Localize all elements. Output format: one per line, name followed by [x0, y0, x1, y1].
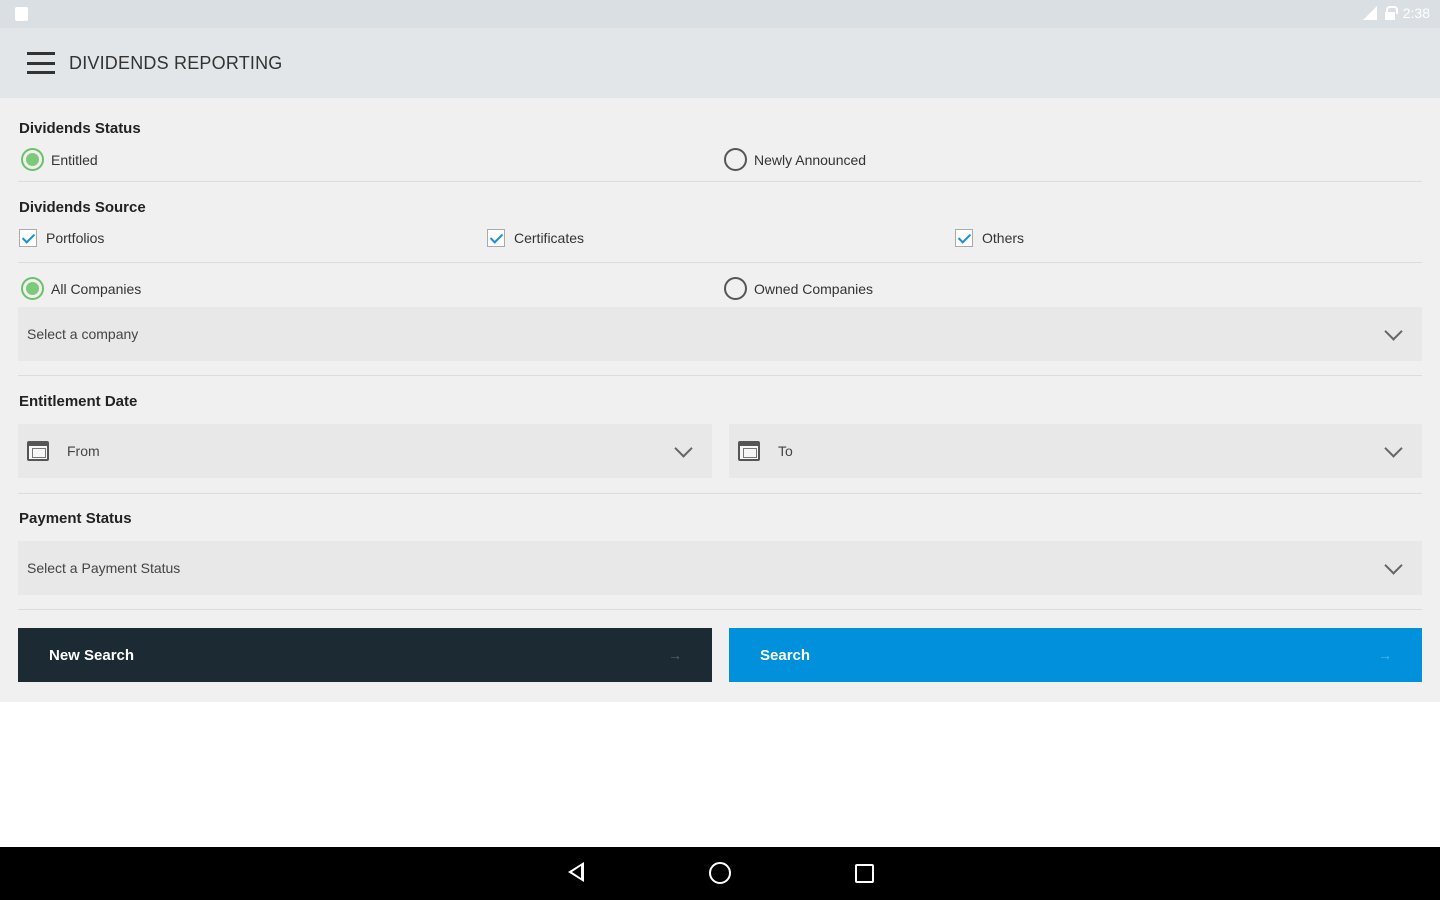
arrow-right-icon: → [1378, 647, 1392, 663]
status-bar-right: 2:38 [1361, 5, 1430, 21]
company-select-placeholder: Select a company [27, 326, 139, 342]
search-button[interactable]: Search → [729, 628, 1422, 682]
radio-label: Owned Companies [754, 280, 874, 297]
divider [18, 181, 1422, 182]
radio-label: All Companies [51, 280, 142, 297]
divider [18, 493, 1422, 494]
dividends-status-title: Dividends Status [19, 120, 141, 137]
checkbox-label: Others [982, 230, 1025, 246]
radio-circle-selected [21, 148, 44, 171]
checkbox-portfolios[interactable]: Portfolios [19, 229, 104, 247]
payment-status-placeholder: Select a Payment Status [27, 560, 181, 576]
page-title: DIVIDENDS REPORTING [69, 52, 283, 73]
status-time: 2:38 [1402, 5, 1430, 21]
payment-status-title: Payment Status [19, 510, 132, 527]
checkbox-checked [487, 229, 505, 247]
date-from-label: From [67, 443, 100, 459]
radio-circle-selected [21, 277, 44, 300]
home-icon[interactable] [709, 862, 731, 884]
chevron-down-icon [1384, 439, 1403, 458]
menu-icon[interactable] [27, 52, 55, 74]
back-icon[interactable] [568, 862, 584, 882]
date-to-label: To [778, 443, 793, 459]
calendar-icon [738, 441, 760, 461]
app-bar: DIVIDENDS REPORTING [0, 28, 1440, 98]
dividends-source-title: Dividends Source [19, 199, 146, 216]
status-bar: 2:38 [0, 0, 1440, 28]
date-to-picker[interactable]: To [729, 424, 1422, 478]
search-label: Search [760, 646, 811, 664]
company-select[interactable]: Select a company [18, 307, 1422, 361]
radio-entitled[interactable]: Entitled [21, 148, 98, 171]
entitlement-date-title: Entitlement Date [19, 393, 138, 410]
radio-label: Newly Announced [754, 151, 867, 168]
radio-all-companies[interactable]: All Companies [21, 277, 141, 300]
divider [18, 375, 1422, 376]
new-search-button[interactable]: New Search → [18, 628, 712, 682]
new-search-label: New Search [49, 646, 135, 664]
divider [18, 262, 1422, 263]
checkbox-others[interactable]: Others [955, 229, 1024, 247]
calendar-icon [27, 441, 49, 461]
checkbox-checked [955, 229, 973, 247]
radio-label: Entitled [51, 151, 98, 168]
chevron-down-icon [674, 439, 693, 458]
chevron-down-icon [1384, 322, 1403, 341]
checkbox-checked [19, 229, 37, 247]
lock-icon [1384, 6, 1398, 20]
checkbox-label: Portfolios [46, 230, 105, 246]
filter-form: Dividends Status Entitled Newly Announce… [0, 98, 1440, 702]
radio-owned-companies[interactable]: Owned Companies [724, 277, 873, 300]
date-from-picker[interactable]: From [18, 424, 712, 478]
radio-circle [724, 148, 747, 171]
payment-status-select[interactable]: Select a Payment Status [18, 541, 1422, 595]
radio-newly-announced[interactable]: Newly Announced [724, 148, 866, 171]
arrow-right-icon: → [668, 647, 682, 663]
signal-icon [1361, 6, 1377, 20]
recents-icon[interactable] [855, 864, 874, 883]
divider [18, 609, 1422, 610]
notification-icon [15, 7, 28, 21]
checkbox-certificates[interactable]: Certificates [487, 229, 584, 247]
checkbox-label: Certificates [514, 230, 585, 246]
chevron-down-icon [1384, 556, 1403, 575]
radio-circle [724, 277, 747, 300]
